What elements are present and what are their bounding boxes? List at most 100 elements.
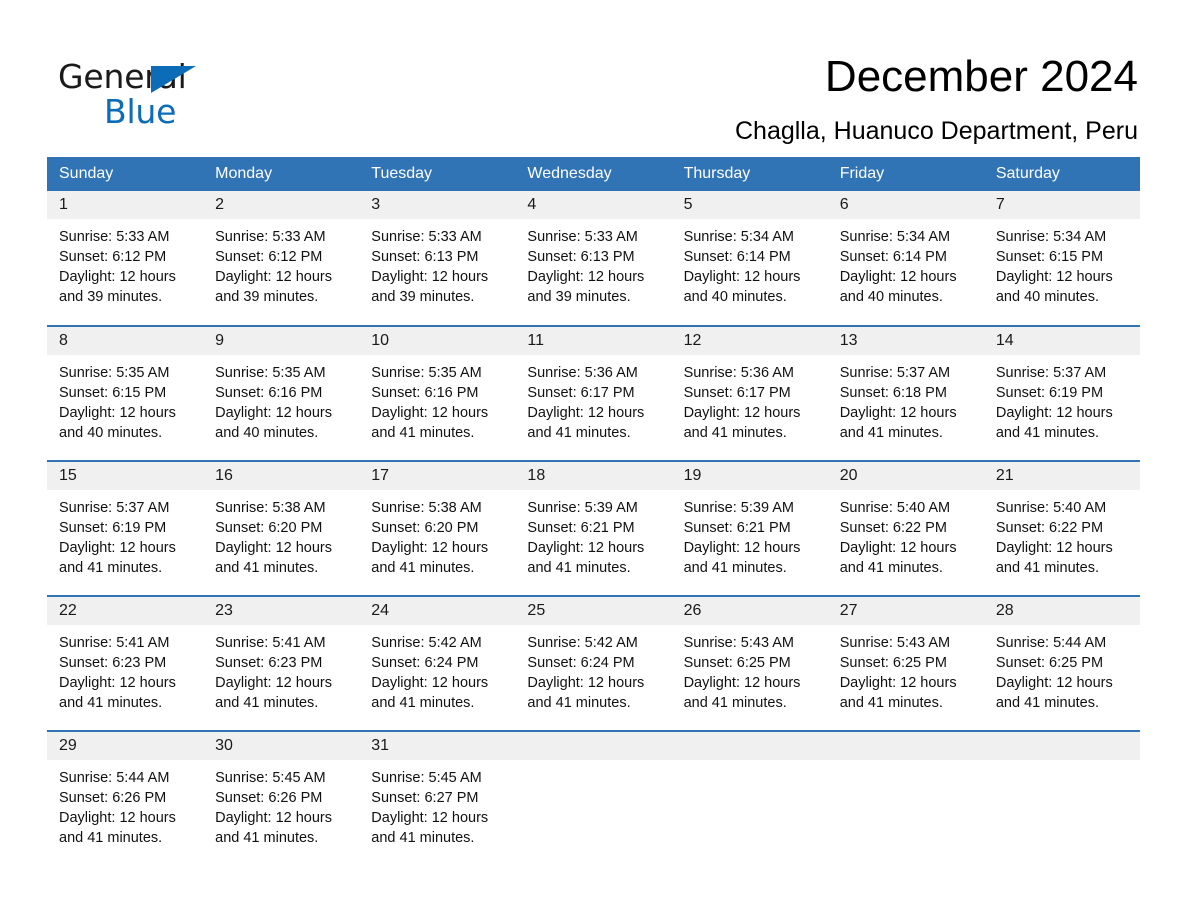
day-cell[interactable]: 18 Sunrise: 5:39 AM Sunset: 6:21 PM Dayligh… bbox=[515, 460, 672, 596]
day-number: 17 bbox=[359, 462, 516, 490]
daylight-text-line1: Daylight: 12 hours bbox=[839, 269, 957, 285]
day-cell[interactable]: 4 Sunrise: 5:33 AM Sunset: 6:13 PM Daylight… bbox=[515, 191, 672, 326]
sunrise-text: Sunrise: 5:34 AM bbox=[995, 229, 1107, 245]
day-number: 23 bbox=[203, 597, 360, 625]
day-details: Sunrise: 5:35 AM Sunset: 6:15 PM Daylight:… bbox=[47, 355, 203, 443]
daylight-text-line2: and 39 minutes. bbox=[527, 289, 631, 305]
day-details: Sunrise: 5:42 AM Sunset: 6:24 PM Daylight:… bbox=[359, 625, 515, 713]
daylight-text-line1: Daylight: 12 hours bbox=[839, 540, 957, 556]
day-cell[interactable]: 22 Sunrise: 5:41 AM Sunset: 6:23 PM Dayligh… bbox=[47, 595, 204, 731]
day-cell[interactable]: 12 Sunrise: 5:36 AM Sunset: 6:17 PM Dayligh… bbox=[671, 325, 828, 461]
daylight-text-line1: Daylight: 12 hours bbox=[839, 405, 957, 421]
day-cell[interactable]: 16 Sunrise: 5:38 AM Sunset: 6:20 PM Dayligh… bbox=[203, 460, 360, 596]
day-number: 2 bbox=[203, 191, 360, 219]
daylight-text-line2: and 41 minutes. bbox=[215, 560, 319, 576]
sunrise-text: Sunrise: 5:35 AM bbox=[215, 365, 326, 381]
general-blue-logo[interactable]: General Blue bbox=[58, 57, 258, 131]
daylight-text-line2: and 40 minutes. bbox=[995, 289, 1100, 305]
day-number: 11 bbox=[515, 327, 672, 355]
day-number: 15 bbox=[47, 462, 204, 490]
day-cell[interactable]: 28 Sunrise: 5:44 AM Sunset: 6:25 PM Dayligh… bbox=[983, 595, 1140, 731]
day-cell[interactable]: 11 Sunrise: 5:36 AM Sunset: 6:17 PM Dayligh… bbox=[515, 325, 672, 461]
day-cell[interactable]: 24 Sunrise: 5:42 AM Sunset: 6:24 PM Dayligh… bbox=[359, 595, 516, 731]
day-cell[interactable]: 31 Sunrise: 5:45 AM Sunset: 6:27 PM Dayligh… bbox=[359, 730, 516, 866]
sunset-text: Sunset: 6:14 PM bbox=[683, 249, 791, 265]
day-cell[interactable]: 8 Sunrise: 5:35 AM Sunset: 6:15 PM Daylight… bbox=[47, 325, 204, 461]
day-details: Sunrise: 5:36 AM Sunset: 6:17 PM Daylight:… bbox=[672, 355, 828, 443]
day-details: Sunrise: 5:45 AM Sunset: 6:27 PM Daylight:… bbox=[359, 760, 515, 848]
sunset-text: Sunset: 6:12 PM bbox=[59, 249, 167, 265]
day-cell[interactable]: 10 Sunrise: 5:35 AM Sunset: 6:16 PM Dayligh… bbox=[359, 325, 516, 461]
day-details: Sunrise: 5:43 AM Sunset: 6:25 PM Daylight:… bbox=[828, 625, 984, 713]
day-cell[interactable]: 7 Sunrise: 5:34 AM Sunset: 6:15 PM Daylight… bbox=[983, 191, 1140, 326]
daylight-text-line1: Daylight: 12 hours bbox=[995, 405, 1113, 421]
daylight-text-line2: and 41 minutes. bbox=[59, 560, 163, 576]
day-cell[interactable]: 15 Sunrise: 5:37 AM Sunset: 6:19 PM Dayligh… bbox=[47, 460, 204, 596]
day-details: Sunrise: 5:35 AM Sunset: 6:16 PM Daylight:… bbox=[203, 355, 359, 443]
sunset-text: Sunset: 6:22 PM bbox=[995, 520, 1104, 536]
sunrise-text: Sunrise: 5:33 AM bbox=[527, 229, 638, 245]
day-details: Sunrise: 5:42 AM Sunset: 6:24 PM Daylight:… bbox=[515, 625, 671, 713]
calendar-body: 1 Sunrise: 5:33 AM Sunset: 6:12 PM Daylight… bbox=[47, 191, 1140, 866]
weekday-header-thursday: Thursday bbox=[671, 157, 828, 191]
day-cell[interactable]: 13 Sunrise: 5:37 AM Sunset: 6:18 PM Dayligh… bbox=[827, 325, 984, 461]
sunrise-text: Sunrise: 5:37 AM bbox=[839, 365, 951, 381]
day-cell[interactable]: 3 Sunrise: 5:33 AM Sunset: 6:13 PM Daylight… bbox=[359, 191, 516, 326]
daylight-text-line2: and 41 minutes. bbox=[215, 830, 319, 846]
day-number: 13 bbox=[827, 327, 984, 355]
daylight-text-line1: Daylight: 12 hours bbox=[59, 405, 176, 421]
daylight-text-line1: Daylight: 12 hours bbox=[371, 675, 489, 691]
daylight-text-line2: and 40 minutes. bbox=[215, 425, 319, 441]
day-number bbox=[827, 732, 984, 760]
sunrise-text: Sunrise: 5:40 AM bbox=[839, 500, 951, 516]
sunset-text: Sunset: 6:14 PM bbox=[839, 249, 947, 265]
day-details: Sunrise: 5:37 AM Sunset: 6:19 PM Daylight:… bbox=[984, 355, 1140, 443]
sunset-text: Sunset: 6:17 PM bbox=[683, 385, 791, 401]
daylight-text-line2: and 40 minutes. bbox=[839, 289, 943, 305]
daylight-text-line2: and 41 minutes. bbox=[527, 425, 631, 441]
day-cell[interactable]: 25 Sunrise: 5:42 AM Sunset: 6:24 PM Dayligh… bbox=[515, 595, 672, 731]
day-number: 19 bbox=[671, 462, 828, 490]
day-cell[interactable]: 20 Sunrise: 5:40 AM Sunset: 6:22 PM Dayligh… bbox=[827, 460, 984, 596]
day-number: 26 bbox=[671, 597, 828, 625]
daylight-text-line2: and 41 minutes. bbox=[995, 425, 1100, 441]
daylight-text-line1: Daylight: 12 hours bbox=[215, 810, 333, 826]
day-cell-empty bbox=[983, 730, 1140, 866]
day-cell[interactable]: 23 Sunrise: 5:41 AM Sunset: 6:23 PM Dayligh… bbox=[203, 595, 360, 731]
day-cell[interactable]: 14 Sunrise: 5:37 AM Sunset: 6:19 PM Dayligh… bbox=[983, 325, 1140, 461]
day-cell[interactable]: 29 Sunrise: 5:44 AM Sunset: 6:26 PM Dayligh… bbox=[47, 730, 204, 866]
day-cell[interactable]: 2 Sunrise: 5:33 AM Sunset: 6:12 PM Daylight… bbox=[203, 191, 360, 326]
sunset-text: Sunset: 6:17 PM bbox=[527, 385, 635, 401]
weekday-header-wednesday: Wednesday bbox=[515, 157, 672, 191]
day-number: 3 bbox=[359, 191, 516, 219]
day-cell[interactable]: 27 Sunrise: 5:43 AM Sunset: 6:25 PM Dayligh… bbox=[827, 595, 984, 731]
sunset-text: Sunset: 6:19 PM bbox=[59, 520, 167, 536]
sunrise-text: Sunrise: 5:33 AM bbox=[215, 229, 326, 245]
day-cell[interactable]: 5 Sunrise: 5:34 AM Sunset: 6:14 PM Daylight… bbox=[671, 191, 828, 326]
sunrise-text: Sunrise: 5:33 AM bbox=[371, 229, 482, 245]
day-cell[interactable]: 9 Sunrise: 5:35 AM Sunset: 6:16 PM Daylight… bbox=[203, 325, 360, 461]
daylight-text-line2: and 41 minutes. bbox=[995, 560, 1100, 576]
sunset-text: Sunset: 6:27 PM bbox=[371, 790, 479, 806]
sunrise-text: Sunrise: 5:35 AM bbox=[371, 365, 482, 381]
day-cell[interactable]: 6 Sunrise: 5:34 AM Sunset: 6:14 PM Daylight… bbox=[827, 191, 984, 326]
day-details: Sunrise: 5:41 AM Sunset: 6:23 PM Daylight:… bbox=[47, 625, 203, 713]
day-cell[interactable]: 19 Sunrise: 5:39 AM Sunset: 6:21 PM Dayligh… bbox=[671, 460, 828, 596]
day-number: 25 bbox=[515, 597, 672, 625]
day-cell[interactable]: 17 Sunrise: 5:38 AM Sunset: 6:20 PM Dayligh… bbox=[359, 460, 516, 596]
day-cell[interactable]: 21 Sunrise: 5:40 AM Sunset: 6:22 PM Dayligh… bbox=[983, 460, 1140, 596]
day-cell[interactable]: 26 Sunrise: 5:43 AM Sunset: 6:25 PM Dayligh… bbox=[671, 595, 828, 731]
daylight-text-line2: and 39 minutes. bbox=[215, 289, 319, 305]
day-number: 21 bbox=[983, 462, 1140, 490]
sunset-text: Sunset: 6:26 PM bbox=[59, 790, 167, 806]
day-cell[interactable]: 1 Sunrise: 5:33 AM Sunset: 6:12 PM Daylight… bbox=[47, 191, 204, 326]
day-details: Sunrise: 5:36 AM Sunset: 6:17 PM Daylight:… bbox=[515, 355, 671, 443]
daylight-text-line1: Daylight: 12 hours bbox=[371, 405, 489, 421]
sunset-text: Sunset: 6:23 PM bbox=[215, 655, 323, 671]
day-cell[interactable]: 30 Sunrise: 5:45 AM Sunset: 6:26 PM Dayligh… bbox=[203, 730, 360, 866]
sunset-text: Sunset: 6:22 PM bbox=[839, 520, 947, 536]
sunrise-text: Sunrise: 5:45 AM bbox=[215, 770, 326, 786]
sunset-text: Sunset: 6:26 PM bbox=[215, 790, 323, 806]
sunset-text: Sunset: 6:13 PM bbox=[527, 249, 635, 265]
day-details: Sunrise: 5:33 AM Sunset: 6:12 PM Daylight:… bbox=[203, 219, 359, 307]
